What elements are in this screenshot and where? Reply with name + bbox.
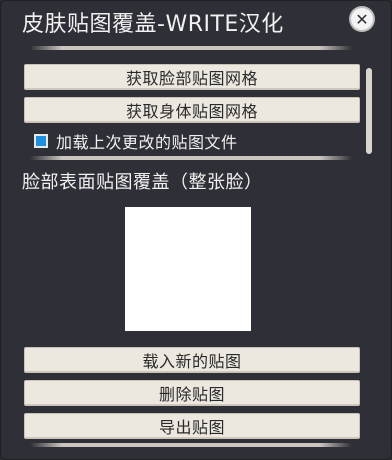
close-button[interactable]: ✕ xyxy=(351,8,373,30)
texture-preview xyxy=(125,207,251,331)
skin-overlay-window: 皮肤贴图覆盖-WRITE汉化 ✕ 获取脸部贴图网格 获取身体贴图网格 加载上次更… xyxy=(0,0,392,460)
get-face-mesh-button[interactable]: 获取脸部贴图网格 xyxy=(24,64,360,90)
load-new-texture-button[interactable]: 载入新的贴图 xyxy=(24,347,360,373)
title-divider xyxy=(30,46,352,50)
get-body-mesh-button[interactable]: 获取身体贴图网格 xyxy=(24,97,360,123)
export-texture-button[interactable]: 导出贴图 xyxy=(24,413,360,439)
delete-texture-button[interactable]: 删除贴图 xyxy=(24,380,360,406)
close-icon: ✕ xyxy=(355,9,369,29)
window-title: 皮肤贴图覆盖-WRITE汉化 xyxy=(22,12,284,37)
load-last-label: 加载上次更改的贴图文件 xyxy=(56,133,238,152)
section-label: 脸部表面贴图覆盖（整张脸） xyxy=(22,172,263,193)
bottom-divider xyxy=(30,443,352,447)
section-divider xyxy=(30,156,352,160)
scrollbar[interactable] xyxy=(366,68,372,154)
load-last-checkbox[interactable] xyxy=(34,134,48,148)
load-last-option[interactable]: 加载上次更改的贴图文件 xyxy=(34,131,238,152)
